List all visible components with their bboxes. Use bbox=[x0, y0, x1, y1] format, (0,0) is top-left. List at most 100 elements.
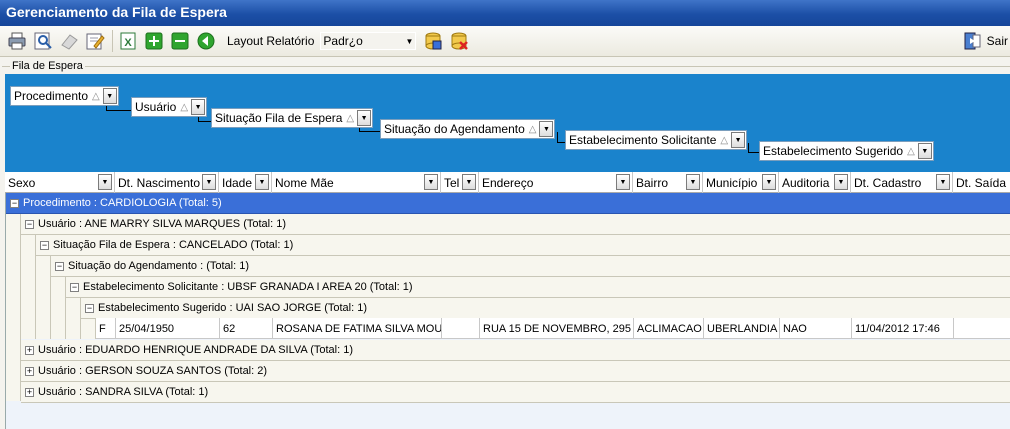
report-layout-select[interactable]: Padr¿o ▼ bbox=[320, 32, 417, 50]
chevron-down-icon[interactable]: ▼ bbox=[834, 174, 848, 190]
group-indent bbox=[51, 277, 66, 339]
column-label: Idade bbox=[222, 175, 253, 190]
sort-asc-icon[interactable]: △ bbox=[907, 146, 915, 157]
column-label: Endereço bbox=[482, 175, 534, 190]
group-row-label: Usuário : ANE MARRY SILVA MARQUES (Total… bbox=[38, 218, 286, 230]
column-header-idade[interactable]: Idade ▼ bbox=[219, 172, 272, 193]
add-icon[interactable] bbox=[143, 30, 165, 52]
group-row-estab-solicitante[interactable]: − Estabelecimento Solicitante : UBSF GRA… bbox=[66, 277, 1010, 298]
column-header-dt-cadastro[interactable]: Dt. Cadastro ▼ bbox=[851, 172, 953, 193]
chevron-down-icon[interactable]: ▼ bbox=[255, 174, 269, 190]
column-header-auditoria[interactable]: Auditoria ▼ bbox=[779, 172, 851, 193]
save-db-icon[interactable] bbox=[422, 30, 444, 52]
preview-icon[interactable] bbox=[32, 30, 54, 52]
expand-icon[interactable]: + bbox=[25, 366, 34, 376]
remove-icon[interactable] bbox=[169, 30, 191, 52]
cell-dt-saida bbox=[954, 318, 1010, 339]
column-header-endereco[interactable]: Endereço ▼ bbox=[479, 172, 633, 193]
collapse-icon[interactable]: − bbox=[40, 240, 49, 250]
cell-nome-mae: ROSANA DE FATIMA SILVA MOURA bbox=[273, 318, 442, 339]
group-chip-situacao-agendamento[interactable]: Situação do Agendamento △ ▼ bbox=[380, 119, 556, 139]
group-row-label: Estabelecimento Solicitante : UBSF GRANA… bbox=[83, 281, 413, 293]
group-chip-usuario[interactable]: Usuário △ ▼ bbox=[131, 97, 208, 117]
chevron-down-icon[interactable]: ▼ bbox=[762, 174, 776, 190]
exit-label: Sair bbox=[986, 34, 1008, 48]
fieldset-legend: Fila de Espera bbox=[10, 60, 85, 72]
chevron-down-icon[interactable]: ▼ bbox=[917, 143, 932, 159]
group-chip-estab-solicitante[interactable]: Estabelecimento Solicitante △ ▼ bbox=[565, 130, 748, 150]
group-chip-procedimento[interactable]: Procedimento △ ▼ bbox=[10, 86, 119, 106]
delete-db-icon[interactable] bbox=[448, 30, 470, 52]
excel-icon[interactable]: X bbox=[117, 30, 139, 52]
chevron-down-icon[interactable]: ▼ bbox=[98, 174, 112, 190]
collapse-icon[interactable]: − bbox=[10, 198, 19, 208]
report-layout-value: Padr¿o bbox=[323, 34, 363, 48]
column-label: Dt. Cadastro bbox=[854, 175, 922, 190]
collapse-icon[interactable]: − bbox=[85, 303, 94, 313]
collapse-icon[interactable]: − bbox=[70, 282, 79, 292]
column-header-municipio[interactable]: Município ▼ bbox=[703, 172, 779, 193]
group-row-label: Usuário : SANDRA SILVA (Total: 1) bbox=[38, 386, 209, 398]
group-chip-estab-sugerido[interactable]: Estabelecimento Sugerido △ ▼ bbox=[759, 141, 934, 161]
chevron-down-icon[interactable]: ▼ bbox=[616, 174, 630, 190]
table-row[interactable]: F 25/04/1950 62 ROSANA DE FATIMA SILVA M… bbox=[96, 318, 1010, 339]
collapse-icon[interactable]: − bbox=[25, 219, 34, 229]
group-row-procedimento[interactable]: − Procedimento : CARDIOLOGIA (Total: 5) bbox=[6, 193, 1010, 214]
cell-dt-cadastro: 11/04/2012 17:46 bbox=[852, 318, 954, 339]
group-indent bbox=[81, 319, 96, 339]
group-chip-label: Procedimento bbox=[14, 89, 89, 103]
sort-asc-icon[interactable]: △ bbox=[180, 102, 188, 113]
edit-icon[interactable] bbox=[84, 30, 106, 52]
sort-asc-icon[interactable]: △ bbox=[720, 135, 728, 146]
chevron-down-icon: ▼ bbox=[405, 36, 414, 46]
window-title: Gerenciamento da Fila de Espera bbox=[0, 0, 1010, 26]
group-row-situacao-agendamento[interactable]: − Situação do Agendamento : (Total: 1) bbox=[51, 256, 1010, 277]
group-row-situacao-fila[interactable]: − Situação Fila de Espera : CANCELADO (T… bbox=[36, 235, 1010, 256]
group-row-label: Estabelecimento Sugerido : UAI SAO JORGE… bbox=[98, 302, 368, 314]
chevron-down-icon[interactable]: ▼ bbox=[102, 88, 117, 104]
group-row-usuario[interactable]: − Usuário : ANE MARRY SILVA MARQUES (Tot… bbox=[21, 214, 1010, 235]
group-chip-label: Usuário bbox=[135, 100, 177, 114]
exit-icon bbox=[962, 30, 984, 52]
chevron-down-icon[interactable]: ▼ bbox=[202, 174, 216, 190]
column-header-sexo[interactable]: Sexo ▼ bbox=[5, 172, 115, 193]
column-header-tel[interactable]: Tel ▼ bbox=[441, 172, 479, 193]
sort-asc-icon[interactable]: △ bbox=[346, 113, 354, 124]
column-header-dt-nascimento[interactable]: Dt. Nascimento ▼ bbox=[115, 172, 219, 193]
group-row-estab-sugerido[interactable]: − Estabelecimento Sugerido : UAI SAO JOR… bbox=[81, 298, 1010, 319]
group-row-usuario[interactable]: + Usuário : EDUARDO HENRIQUE ANDRADE DA … bbox=[21, 340, 1010, 361]
chevron-down-icon[interactable]: ▼ bbox=[731, 132, 746, 148]
cell-auditoria: NAO bbox=[780, 318, 852, 339]
group-indent bbox=[36, 256, 51, 339]
chevron-down-icon[interactable]: ▼ bbox=[686, 174, 700, 190]
group-indent bbox=[6, 214, 21, 401]
group-chip-situacao-fila[interactable]: Situação Fila de Espera △ ▼ bbox=[211, 108, 374, 128]
expand-icon[interactable]: + bbox=[25, 387, 34, 397]
column-label: Tel bbox=[444, 175, 460, 190]
chevron-down-icon[interactable]: ▼ bbox=[424, 174, 438, 190]
eraser-icon[interactable] bbox=[58, 30, 80, 52]
expand-icon[interactable]: + bbox=[25, 345, 34, 355]
group-row-usuario[interactable]: + Usuário : GERSON SOUZA SANTOS (Total: … bbox=[21, 361, 1010, 382]
chevron-down-icon[interactable]: ▼ bbox=[539, 121, 554, 137]
sort-asc-icon[interactable]: △ bbox=[529, 124, 537, 135]
sort-asc-icon[interactable]: △ bbox=[92, 91, 100, 102]
chevron-down-icon[interactable]: ▼ bbox=[191, 99, 206, 115]
group-indent bbox=[21, 235, 36, 339]
chevron-down-icon[interactable]: ▼ bbox=[936, 174, 950, 190]
chevron-down-icon[interactable]: ▼ bbox=[462, 174, 476, 190]
cell-municipio: UBERLANDIA bbox=[704, 318, 780, 339]
fieldset-border bbox=[2, 66, 1010, 67]
column-header-dt-saida[interactable]: Dt. Saída bbox=[953, 172, 1010, 193]
back-icon[interactable] bbox=[195, 30, 217, 52]
toolbar: X Layout Relatório Padr¿o ▼ Sair bbox=[0, 26, 1010, 57]
printer-icon[interactable] bbox=[6, 30, 28, 52]
exit-button[interactable]: Sair bbox=[962, 30, 1008, 52]
group-chip-label: Estabelecimento Sugerido bbox=[763, 144, 904, 158]
group-indent bbox=[66, 298, 81, 339]
column-header-nome-mae[interactable]: Nome Mãe ▼ bbox=[272, 172, 441, 193]
group-row-usuario[interactable]: + Usuário : SANDRA SILVA (Total: 1) bbox=[21, 382, 1010, 403]
chevron-down-icon[interactable]: ▼ bbox=[357, 110, 372, 126]
column-header-bairro[interactable]: Bairro ▼ bbox=[633, 172, 703, 193]
collapse-icon[interactable]: − bbox=[55, 261, 64, 271]
